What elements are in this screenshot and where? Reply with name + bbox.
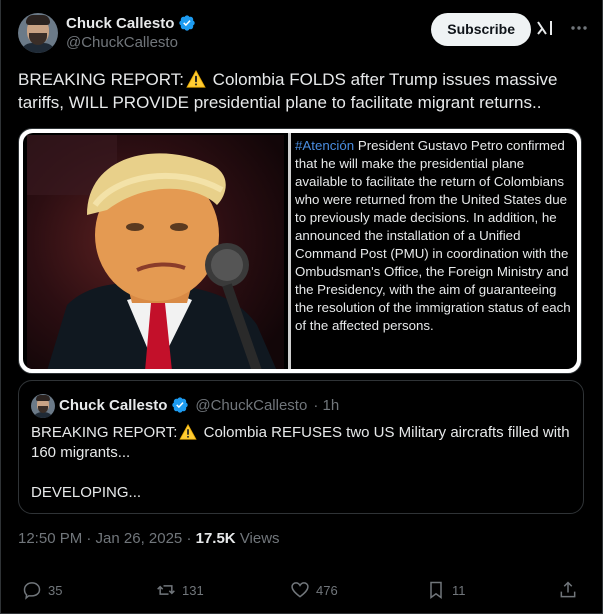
quoted-avatar <box>31 394 55 418</box>
author-display-name[interactable]: Chuck Callesto <box>66 15 174 32</box>
quoted-display-name: Chuck Callesto <box>59 396 168 414</box>
grok-icon[interactable] <box>535 18 555 38</box>
tweet-text: BREAKING REPORT: Colombia FOLDS after Tr… <box>18 68 578 114</box>
statement-body: President Gustavo Petro confirmed that h… <box>295 138 571 333</box>
hashtag-link[interactable]: #Atención <box>295 138 354 153</box>
repost-count: 131 <box>182 582 204 598</box>
like-count: 476 <box>316 582 338 598</box>
views-count: 17.5K <box>195 530 236 547</box>
tweet-header: Chuck Callesto @ChuckCallesto Subscribe <box>18 12 589 56</box>
warning-icon <box>179 424 198 440</box>
author-handle[interactable]: @ChuckCallesto <box>66 34 178 51</box>
reply-button[interactable]: 35 <box>22 580 62 600</box>
repost-icon <box>157 585 175 595</box>
warning-icon <box>186 70 206 88</box>
reply-icon <box>23 582 41 600</box>
quoted-tweet[interactable]: Chuck Callesto @ChuckCallesto · 1h BREAK… <box>18 380 584 514</box>
quoted-text-prefix: BREAKING REPORT: <box>31 424 178 441</box>
bookmark-icon <box>430 581 442 599</box>
bookmark-button[interactable]: 11 <box>426 580 466 600</box>
quoted-handle: @ChuckCallesto <box>195 396 308 414</box>
quoted-header: Chuck Callesto @ChuckCallesto · 1h <box>59 396 339 414</box>
author-name-row[interactable]: Chuck Callesto <box>66 14 196 32</box>
tweet-media[interactable]: #Atención President Gustavo Petro confir… <box>18 128 582 374</box>
photo-portrait <box>27 135 284 369</box>
quoted-text-developing: DEVELOPING... <box>31 484 142 501</box>
statement-text: #Atención President Gustavo Petro confir… <box>293 135 575 367</box>
bookmark-count: 11 <box>452 582 466 598</box>
like-button[interactable]: 476 <box>290 580 338 600</box>
reply-count: 35 <box>48 582 63 598</box>
more-icon[interactable] <box>569 18 589 38</box>
share-button[interactable] <box>558 580 578 600</box>
quoted-time: · 1h <box>313 396 340 414</box>
share-icon <box>560 581 576 598</box>
tweet-meta: 12:50 PM · Jan 26, 2025 · 17.5K Views <box>18 530 280 547</box>
media-divider <box>288 133 291 369</box>
views-label: Views <box>239 530 280 547</box>
heart-icon <box>291 582 309 598</box>
verified-badge-icon <box>179 15 196 31</box>
tweet-timestamp[interactable]: 12:50 PM · Jan 26, 2025 · <box>18 530 191 547</box>
quoted-text: BREAKING REPORT: Colombia REFUSES two US… <box>31 423 576 503</box>
media-image: #Atención President Gustavo Petro confir… <box>23 133 577 369</box>
subscribe-button[interactable]: Subscribe <box>431 13 531 46</box>
avatar[interactable] <box>18 13 58 53</box>
verified-badge-icon <box>172 397 189 413</box>
tweet-text-prefix: BREAKING REPORT: <box>18 70 184 89</box>
repost-button[interactable]: 131 <box>156 580 204 600</box>
